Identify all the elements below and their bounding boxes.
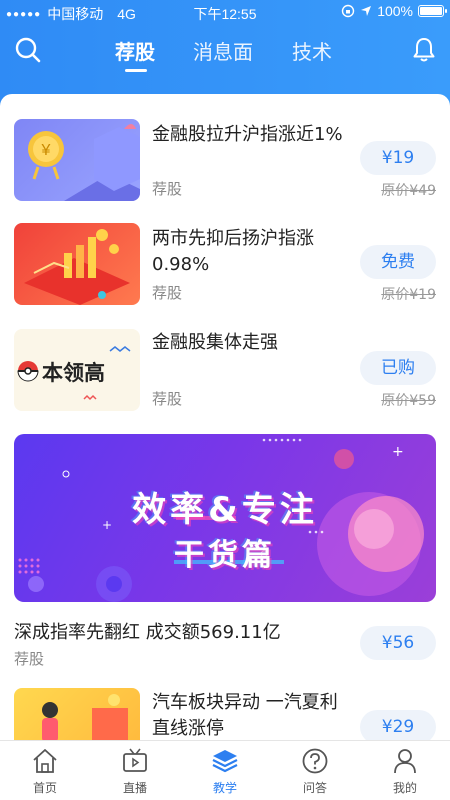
top-nav: 荐股 消息面 技术 [0,28,450,78]
tabbar-home[interactable]: 首页 [0,741,90,800]
bell-icon[interactable] [410,36,438,64]
price-button[interactable]: ¥29 [360,710,436,740]
original-price: 原价¥59 [381,393,436,409]
banner-subtitle: 干货篇 [174,538,276,573]
list-item[interactable]: 汽车板块异动 一汽夏利直线涨停 ¥29 [0,688,450,740]
question-icon [302,748,328,774]
promo-banner[interactable]: + + 效率&专注 干货篇 [14,434,436,602]
article-title: 两市先抑后扬沪指涨0.98% [152,228,314,275]
price-button[interactable]: 免费 [360,245,436,279]
purchased-button[interactable]: 已购 [360,351,436,385]
price-button[interactable]: ¥19 [360,141,436,175]
tabbar-label: 教学 [212,781,237,795]
person-illustration [42,694,128,740]
tab-news[interactable]: 消息面 [193,36,253,65]
article-thumbnail [14,688,140,740]
tab-recommend[interactable]: 荐股 [115,36,155,65]
original-price: 原价¥19 [381,287,436,303]
bottom-tab-bar: 首页 直播 教学 问答 我的 [0,740,450,800]
thumbnail-text: 本领高 [42,361,105,385]
article-title[interactable]: 深成指率先翻红 成交额569.11亿 [14,618,281,644]
coin-illustration: ¥ [28,124,140,201]
price-button[interactable]: ¥56 [360,626,436,660]
article-thumbnail [14,223,140,305]
tabbar-teaching[interactable]: 教学 [180,741,270,800]
svg-text:+: + [392,444,404,460]
list-item[interactable]: 本领高 金融股集体走强 荐股 已购 原价¥59 [0,326,450,416]
tabbar-label: 问答 [302,781,327,795]
tabbar-live[interactable]: 直播 [90,741,180,800]
article-tag: 荐股 [152,390,183,408]
tab-technical[interactable]: 技术 [292,36,332,65]
article-tag: 荐股 [152,180,183,198]
home-icon [33,749,57,773]
article-tag: 荐股 [152,284,183,302]
lock-rotation-icon [341,4,355,18]
status-bar: ●●●●● 中国移动 4G 下午12:55 100% [0,0,450,24]
article-list: ¥ 金融股拉升沪指涨近1% 荐股 ¥19 原价¥49 两市先抑后扬沪指涨0.98… [0,94,450,740]
article-title: 金融股集体走强 [152,332,278,353]
layers-icon [212,750,238,773]
tabbar-label: 我的 [392,781,417,795]
svg-text:¥: ¥ [41,142,51,159]
article-thumbnail: 本领高 [14,329,140,411]
tv-icon [123,748,147,772]
list-item[interactable]: ¥ 金融股拉升沪指涨近1% 荐股 ¥19 原价¥49 [0,116,450,206]
battery-icon [418,5,447,17]
original-price: 原价¥49 [381,183,436,199]
user-icon [394,749,416,774]
battery-percent: 100% [377,3,413,19]
article-thumbnail: ¥ [14,119,140,201]
tabbar-label: 首页 [32,781,57,795]
tab-active-indicator [125,69,147,72]
search-icon[interactable] [14,36,42,64]
article-tag: 荐股 [14,650,45,668]
list-item[interactable]: 两市先抑后扬沪指涨0.98% 荐股 免费 原价¥19 [0,220,450,310]
location-icon [361,6,372,16]
article-title: 汽车板块异动 一汽夏利直线涨停 [152,692,338,739]
tabbar-qa[interactable]: 问答 [270,741,360,800]
banner-title: 效率&专注 [132,490,318,530]
chart-illustration [24,229,130,305]
tabbar-label: 直播 [122,781,147,795]
article-title: 金融股拉升沪指涨近1% [152,124,343,145]
tabbar-profile[interactable]: 我的 [360,741,450,800]
